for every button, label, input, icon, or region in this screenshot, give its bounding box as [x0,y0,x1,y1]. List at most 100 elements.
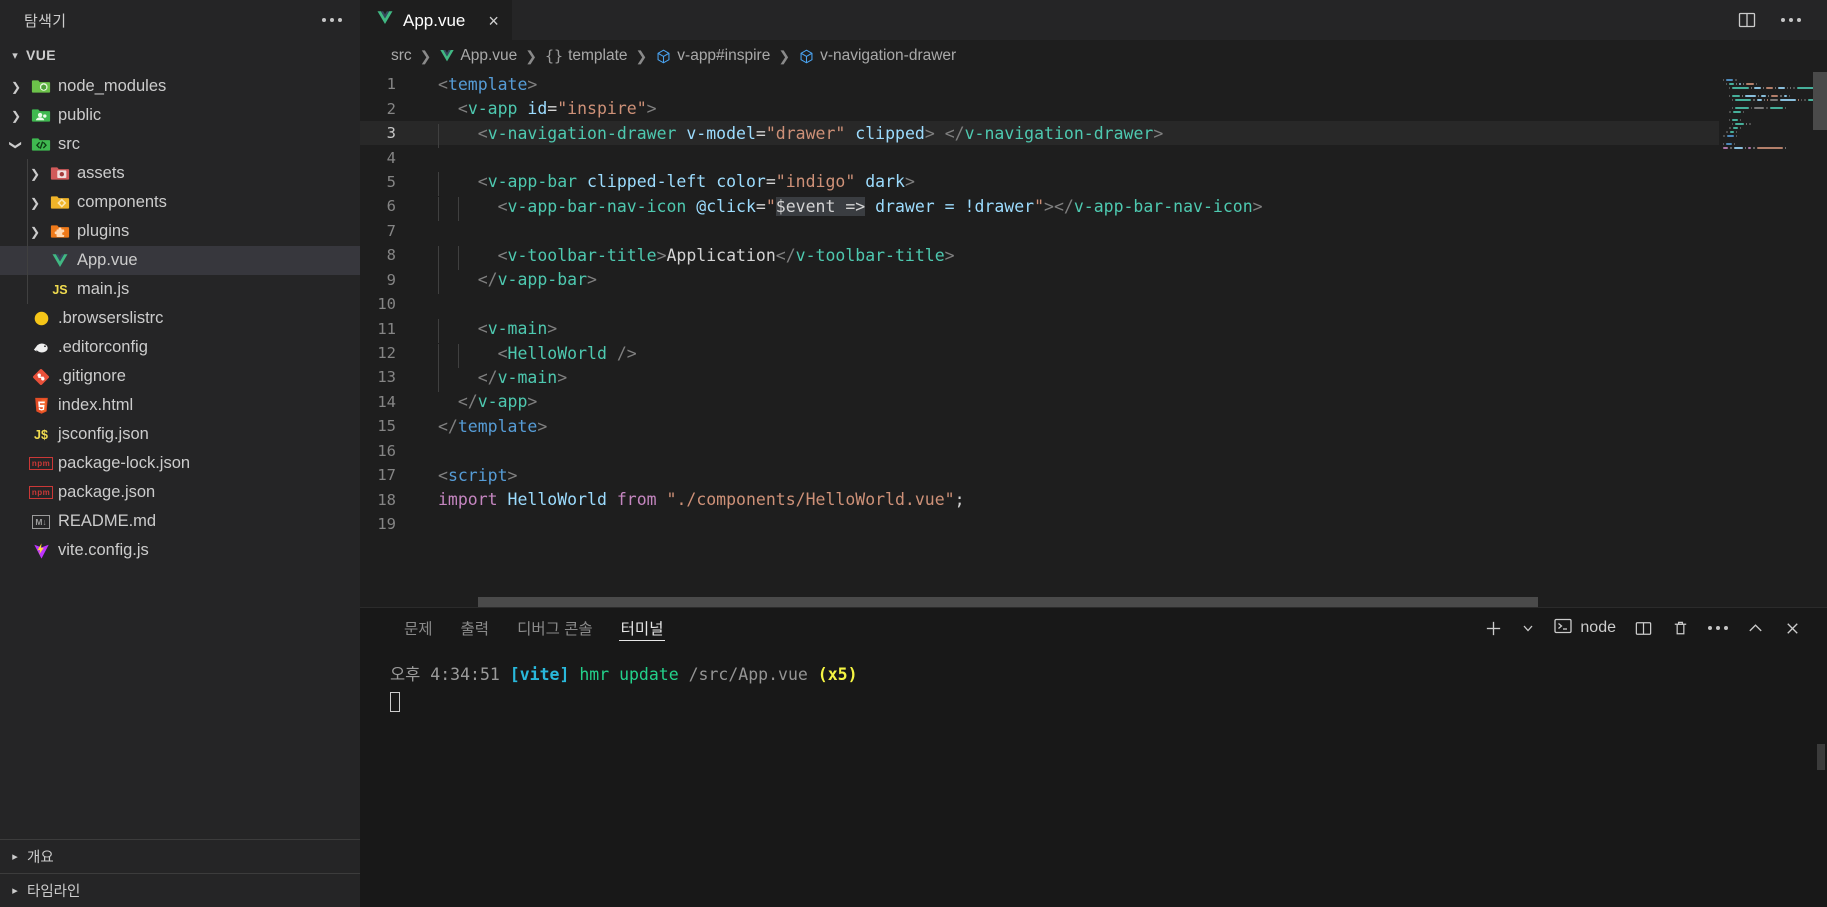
code-line[interactable]: 2 <v-app id="inspire"> [360,96,1719,120]
terminal-shell-selector[interactable]: node [1544,608,1625,648]
close-panel-icon[interactable] [1774,608,1811,648]
kill-terminal-icon[interactable] [1662,608,1699,648]
tree-file-jsconfig-json[interactable]: J$ jsconfig.json [0,420,360,449]
code-text: <v-app-bar clipped-left color="indigo" d… [418,172,915,197]
code-editor[interactable]: 1 <template> 2 <v-app id="inspire"> 3 <v-na… [360,72,1827,607]
code-line[interactable]: 8 <v-toolbar-title>Application</v-toolba… [360,243,1719,270]
minimap[interactable] [1719,72,1827,607]
code-line[interactable]: 7 [360,219,1719,243]
panel-tab-0[interactable]: 문제 [390,608,447,648]
tree-file-package-lock-json[interactable]: npm package-lock.json [0,449,360,478]
tree-folder-components[interactable]: ❯ components [0,188,360,217]
tab-app-vue[interactable]: App.vue × [360,0,512,40]
breadcrumb-item-src[interactable]: src [390,47,413,65]
hscrollbar-thumb[interactable] [478,597,1538,607]
tree-file-vite-config-js[interactable]: vite.config.js [0,536,360,565]
code-line[interactable]: 13 </v-main> [360,365,1719,392]
tree-item-label: vite.config.js [58,541,149,560]
no-chevron [8,429,24,441]
minimap-token [1761,95,1766,97]
code-line[interactable]: 15 </template> [360,414,1719,438]
maximize-panel-icon[interactable] [1737,608,1774,648]
browserslist-icon [31,310,51,327]
code-line[interactable]: 6 <v-app-bar-nav-icon @click="$event => … [360,194,1719,221]
close-icon[interactable]: × [488,12,499,30]
code-line[interactable]: 10 [360,292,1719,316]
minimap-token [1763,99,1766,101]
code-lines[interactable]: 1 <template> 2 <v-app id="inspire"> 3 <v-na… [360,72,1719,607]
minimap-token [1745,83,1754,85]
sidebar-section-timeline[interactable]: ▸ 타임라인 [0,873,360,907]
tree-folder-node-modules[interactable]: ❯ node_modules [0,72,360,101]
breadcrumb-item-template[interactable]: {} template [544,47,629,65]
split-editor-icon[interactable] [1737,10,1757,30]
tree-file-editorconfig[interactable]: .editorconfig [0,333,360,362]
split-terminal-icon[interactable] [1625,608,1662,648]
tree-folder-plugins[interactable]: ❯ plugins [0,217,360,246]
tree-file-app-vue[interactable]: App.vue [0,246,360,275]
tree-item-label: .browserslistrc [58,309,164,328]
html5-icon [31,397,51,415]
line-number: 2 [386,99,396,118]
tree-folder-assets[interactable]: ❯ assets [0,159,360,188]
code-line[interactable]: 5 <v-app-bar clipped-left color="indigo"… [360,170,1719,197]
tree-file-readme-md[interactable]: M↓ README.md [0,507,360,536]
panel-tab-3[interactable]: 터미널 [607,608,678,648]
code-line[interactable]: 4 [360,145,1719,169]
breadcrumb-item-v-navigation-drawer[interactable]: v-navigation-drawer [797,47,957,65]
minimap-token [1767,95,1770,97]
code-line[interactable]: 16 [360,439,1719,463]
minimap-token [1730,147,1732,149]
code-text: </v-main> [418,367,567,392]
sidebar-section-outline[interactable]: ▸ 개요 [0,839,360,873]
no-chevron [8,342,24,354]
cube-icon [798,48,815,65]
minimap-token [1803,99,1806,101]
minimap-token [1789,87,1791,89]
panel-tab-2[interactable]: 디버그 콘솔 [503,608,607,648]
minimap-token [1742,95,1744,97]
code-line[interactable]: 11 <v-main> [360,316,1719,344]
minimap-token [1726,131,1728,133]
minimap-token [1733,147,1743,149]
new-terminal-dropdown-icon[interactable] [1512,608,1544,648]
code-line[interactable]: 19 [360,512,1719,536]
code-line[interactable]: 3 <v-navigation-drawer v-model="drawer" … [360,120,1719,148]
explorer-header: 탐색기 [0,0,360,40]
code-text: <v-app id="inspire"> [457,99,657,119]
minimap-token [1735,135,1738,137]
line-number: 13 [377,368,396,387]
tree-file-browserslistrc[interactable]: .browserslistrc [0,304,360,333]
panel-more-actions-icon[interactable] [1699,608,1737,648]
editor-more-actions-icon[interactable] [1775,12,1807,28]
breadcrumb-item-app-vue[interactable]: App.vue [438,47,518,65]
minimap-token [1735,99,1752,101]
code-line[interactable]: 1 <template> [360,72,1719,96]
minimap-token [1793,87,1795,89]
editor-horizontal-scrollbar[interactable] [418,597,1705,607]
tree-file-index-html[interactable]: index.html [0,391,360,420]
code-line[interactable]: 9 </v-app-bar> [360,268,1719,295]
terminal-output[interactable]: 오후 4:34:51 [vite] hmr update /src/App.vu… [360,648,1827,907]
terminal-scrollbar[interactable] [1815,648,1827,907]
tree-folder-src[interactable]: ❯ src [0,130,360,159]
breadcrumb-item-v-app-inspire[interactable]: v-app#inspire [654,47,771,65]
code-line[interactable]: 14 </v-app> [360,390,1719,414]
tree-file-gitignore[interactable]: .gitignore [0,362,360,391]
code-line[interactable]: 18 import HelloWorld from "./components/H… [360,487,1719,511]
new-terminal-button[interactable] [1475,608,1512,648]
code-line[interactable]: 17 <script> [360,463,1719,487]
editor-vertical-scrollbar[interactable] [1813,72,1827,607]
explorer-more-actions-icon[interactable] [316,12,348,28]
scrollbar-thumb[interactable] [1813,72,1827,130]
code-line[interactable]: 12 <HelloWorld /> [360,341,1719,368]
minimap-token [1726,143,1732,145]
panel-tab-1[interactable]: 출력 [447,608,504,648]
tree-folder-public[interactable]: ❯ public [0,101,360,130]
minimap-token [1735,107,1749,109]
workspace-section-header[interactable]: ▾ VUE [0,40,360,70]
tree-file-package-json[interactable]: npm package.json [0,478,360,507]
tree-file-main-js[interactable]: JS main.js [0,275,360,304]
terminal-scrollbar-thumb[interactable] [1817,744,1825,770]
indent-guide [27,159,28,188]
